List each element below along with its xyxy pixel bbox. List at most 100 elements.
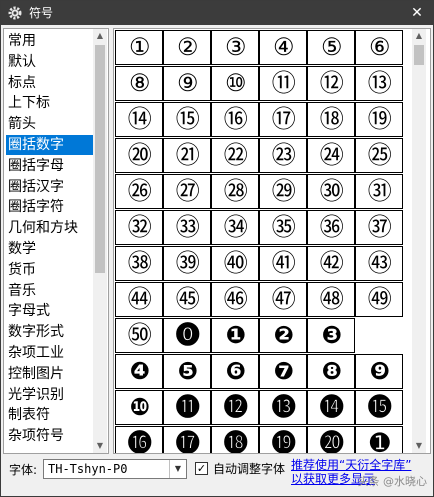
autofit-checkbox[interactable]: ✓ 自动调整字体 — [195, 460, 295, 478]
symbol-cell[interactable]: ㊳ — [115, 246, 163, 281]
category-item[interactable]: 杂项工业 — [6, 343, 96, 363]
checkmark-icon[interactable]: ✓ — [195, 462, 208, 475]
category-scrollbar[interactable]: ▲ ▼ — [93, 29, 107, 453]
symbol-cell[interactable]: ㊺ — [163, 282, 211, 317]
symbol-cell[interactable]: ㊵ — [211, 246, 259, 281]
promo-line-1[interactable]: 推荐使用“天衍全字库” — [291, 458, 411, 472]
symbol-cell[interactable]: ⓲ — [211, 426, 259, 453]
font-select[interactable]: TH-Tshyn-P0 ▼ — [43, 459, 187, 479]
chevron-down-icon[interactable]: ▼ — [169, 460, 186, 478]
symbol-cell[interactable]: ⑮ — [163, 102, 211, 137]
scroll-down-arrow-icon[interactable]: ▼ — [412, 439, 426, 453]
category-item[interactable]: 标点 — [6, 73, 96, 93]
symbol-cell[interactable]: ⑤ — [307, 30, 355, 65]
symbol-cell[interactable]: ❿ — [115, 390, 163, 425]
symbol-cell[interactable]: ㉙ — [259, 174, 307, 209]
symbol-cell[interactable]: ③ — [211, 30, 259, 65]
symbol-cell[interactable]: ❼ — [259, 354, 307, 389]
symbol-cell[interactable]: ㊶ — [259, 246, 307, 281]
symbol-cell[interactable]: ㉜ — [115, 210, 163, 245]
symbol-cell[interactable]: ⑰ — [259, 102, 307, 137]
category-item[interactable]: 控制图片 — [6, 364, 96, 384]
symbol-cell[interactable]: ⑫ — [307, 66, 355, 101]
symbol-cell[interactable]: ㉓ — [259, 138, 307, 173]
scroll-down-arrow-icon[interactable]: ▼ — [93, 439, 107, 453]
title-bar[interactable]: 符号 ✕ — [1, 1, 433, 25]
category-item[interactable]: 光学识别 — [6, 385, 96, 405]
symbol-cell[interactable]: ⓳ — [259, 426, 307, 453]
scroll-up-arrow-icon[interactable]: ▲ — [412, 29, 426, 43]
symbol-cell[interactable]: ⓯ — [355, 390, 403, 425]
symbol-cell[interactable]: ㉒ — [211, 138, 259, 173]
symbol-cell[interactable]: ⓮ — [307, 390, 355, 425]
symbol-cell[interactable]: ❹ — [115, 354, 163, 389]
symbol-cell[interactable]: ㉚ — [307, 174, 355, 209]
category-item[interactable]: 字母式 — [6, 301, 96, 321]
symbol-cell[interactable]: ❽ — [307, 354, 355, 389]
category-item[interactable]: 音乐 — [6, 281, 96, 301]
symbol-cell[interactable]: ㊿ — [115, 318, 163, 353]
symbol-cell[interactable]: ⑥ — [355, 30, 403, 65]
symbol-cell[interactable]: ➊ — [355, 426, 403, 453]
symbol-cell[interactable]: ㉛ — [355, 174, 403, 209]
category-item[interactable]: 数字形式 — [6, 322, 96, 342]
symbol-cell[interactable]: ㊴ — [163, 246, 211, 281]
symbol-cell[interactable]: ㉞ — [211, 210, 259, 245]
category-item[interactable]: 货币 — [6, 260, 96, 280]
symbol-cell[interactable]: ❷ — [259, 318, 307, 353]
category-list[interactable]: 常用 默认 标点 上下标 箭头 圈括数字 圈括字母 圈括汉字 圈括字符 几何和方块 数学 货币 音乐 字母… — [3, 28, 109, 454]
category-item[interactable]: 上下标 — [6, 93, 96, 113]
symbol-cell[interactable]: ⓬ — [211, 390, 259, 425]
symbol-cell[interactable]: ㊾ — [355, 282, 403, 317]
category-item[interactable]: 制表符 — [6, 405, 96, 425]
symbol-cell[interactable]: ❻ — [211, 354, 259, 389]
symbol-cell[interactable]: ㉕ — [355, 138, 403, 173]
symbol-cell[interactable]: ❺ — [163, 354, 211, 389]
symbol-cell[interactable]: ⓴ — [307, 426, 355, 453]
category-item[interactable]: 杂项符号 — [6, 426, 96, 446]
grid-scrollbar[interactable]: ▲ ▼ — [412, 29, 426, 453]
symbol-cell[interactable]: ⑩ — [211, 66, 259, 101]
scroll-thumb[interactable] — [414, 45, 424, 65]
scroll-thumb[interactable] — [95, 45, 105, 273]
scroll-up-arrow-icon[interactable]: ▲ — [93, 29, 107, 43]
category-item[interactable]: 常用 — [6, 31, 96, 51]
symbol-cell[interactable]: ❸ — [307, 318, 355, 353]
symbol-cell[interactable]: ㊸ — [355, 246, 403, 281]
symbol-cell[interactable]: ㉝ — [163, 210, 211, 245]
symbol-cell[interactable]: ㉑ — [163, 138, 211, 173]
symbol-cell[interactable]: ㉗ — [163, 174, 211, 209]
symbol-cell[interactable]: ⑬ — [355, 66, 403, 101]
symbol-cell[interactable]: ㉘ — [211, 174, 259, 209]
symbol-cell[interactable]: ⑪ — [259, 66, 307, 101]
symbol-cell[interactable]: ① — [115, 30, 163, 65]
symbol-cell[interactable]: ⓭ — [259, 390, 307, 425]
symbol-cell[interactable]: ⑱ — [307, 102, 355, 137]
category-item[interactable]: 几何和方块 — [6, 218, 96, 238]
symbol-cell[interactable]: ㊲ — [355, 210, 403, 245]
symbol-cell[interactable]: ㊱ — [307, 210, 355, 245]
symbol-cell[interactable]: ㊷ — [307, 246, 355, 281]
category-item[interactable]: 数学 — [6, 239, 96, 259]
symbol-cell[interactable]: ⓫ — [163, 390, 211, 425]
symbol-cell[interactable]: ㉟ — [259, 210, 307, 245]
category-item[interactable]: 箭头 — [6, 114, 96, 134]
symbol-cell[interactable]: ④ — [259, 30, 307, 65]
symbol-cell[interactable]: ⑭ — [115, 102, 163, 137]
symbol-cell[interactable]: ⑳ — [115, 138, 163, 173]
category-item[interactable]: 默认 — [6, 52, 96, 72]
symbol-cell[interactable]: ⑧ — [115, 66, 163, 101]
close-button[interactable]: ✕ — [401, 1, 433, 25]
symbol-cell[interactable]: ㊼ — [259, 282, 307, 317]
symbol-cell[interactable]: ㉔ — [307, 138, 355, 173]
symbol-cell[interactable]: ⓱ — [163, 426, 211, 453]
category-item[interactable]: 圈括汉字 — [6, 177, 96, 197]
symbol-cell[interactable]: ㊹ — [115, 282, 163, 317]
category-item[interactable]: 圈括字符 — [6, 197, 96, 217]
symbol-cell[interactable]: ⑯ — [211, 102, 259, 137]
category-item[interactable]: 圈括字母 — [6, 156, 96, 176]
symbol-cell[interactable]: ⓿ — [163, 318, 211, 353]
symbol-cell[interactable]: ㊽ — [307, 282, 355, 317]
symbol-cell[interactable]: ② — [163, 30, 211, 65]
symbol-cell[interactable]: ❶ — [211, 318, 259, 353]
